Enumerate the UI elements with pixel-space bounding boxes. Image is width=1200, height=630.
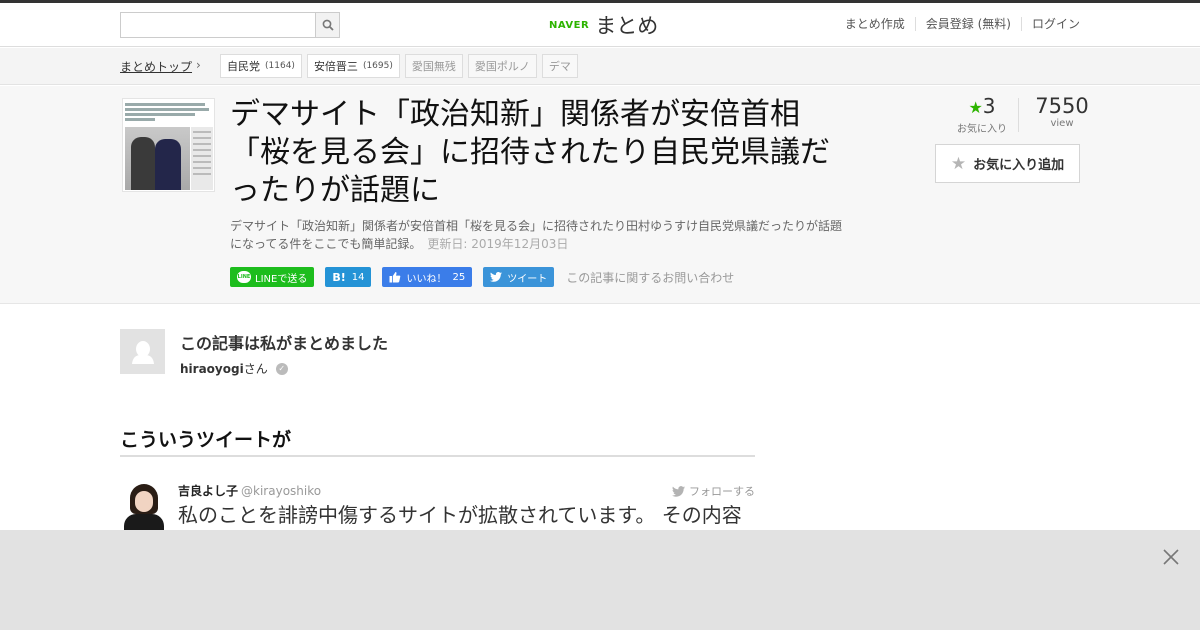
- tag-list: 自民党 (1164) 安倍晋三 (1695) 愛国無残 愛国ポルノ デマ: [220, 54, 583, 78]
- tag-dema[interactable]: デマ: [541, 54, 578, 78]
- tag-count: (1695): [362, 61, 393, 71]
- tag-label: 自民党: [227, 60, 260, 73]
- article-title: デマサイト「政治知新」関係者が安倍首相「桜を見る会」に招待されたり自民党県議だっ…: [230, 97, 830, 208]
- views-count: 7550: [1035, 94, 1089, 118]
- star-outline-icon: ★: [950, 153, 967, 174]
- article-header: デマサイト「政治知新」関係者が安倍首相「桜を見る会」に招待されたり自民党県議だっ…: [0, 86, 1200, 304]
- tweet-author-name[interactable]: 吉良よし子: [178, 484, 238, 498]
- article-stats: ★3 お気に入り 7550 view: [946, 94, 1095, 135]
- like-count: 25: [452, 271, 466, 283]
- article-description: デマサイト「政治知新」関係者が安倍首相「桜を見る会」に招待されたり田村ゆうすけ自…: [230, 217, 850, 253]
- tag-label: 安倍晋三: [313, 60, 358, 73]
- logo-brand: NAVER: [549, 19, 590, 31]
- views-label: view: [1050, 118, 1074, 129]
- author-name-line: hiraoyogi さん ✓: [180, 360, 288, 377]
- contact-link[interactable]: この記事に関するお問い合わせ: [566, 269, 734, 286]
- tweet-author-handle[interactable]: @kirayoshiko: [241, 484, 321, 498]
- section-heading: こういうツイートが: [120, 425, 755, 457]
- facebook-like-button[interactable]: いいね！ 25: [382, 267, 473, 287]
- tag-abe-shinzo[interactable]: 安倍晋三 (1695): [306, 54, 400, 78]
- author-suffix: さん: [243, 362, 268, 376]
- thumbnail-person-right: [155, 139, 181, 190]
- tweet-label: ツイート: [507, 273, 548, 285]
- follow-button[interactable]: フォローする: [672, 483, 755, 499]
- hatena-count: 14: [351, 271, 365, 283]
- site-header: NAVER まとめ まとめ作成 会員登録 (無料) ログイン: [0, 3, 1200, 47]
- tweet-text: 私のことを誹謗中傷するサイトが拡散されています。 その内容: [178, 503, 742, 527]
- logo-name: まとめ: [595, 14, 659, 38]
- star-icon: ★: [968, 98, 983, 117]
- favorites-count: 3: [982, 94, 996, 118]
- tag-label: デマ: [548, 60, 571, 73]
- nav-login[interactable]: ログイン: [1020, 17, 1080, 31]
- add-favorite-label: お気に入り追加: [973, 158, 1065, 173]
- close-icon: [1163, 549, 1179, 565]
- tag-aikoku-porno[interactable]: 愛国ポルノ: [467, 54, 537, 78]
- nav-create-matome[interactable]: まとめ作成: [835, 17, 915, 31]
- updated-date: 更新日: 2019年12月03日: [427, 237, 569, 251]
- twitter-bird-icon: [672, 485, 685, 497]
- tweet-user: 吉良よし子 @kirayoshiko: [178, 482, 321, 499]
- close-overlay-button[interactable]: [1160, 546, 1182, 568]
- thumbnail-photo: [125, 127, 190, 190]
- line-share-label: LINEで送る: [255, 273, 308, 285]
- line-share-button[interactable]: LINE LINEで送る: [230, 267, 315, 287]
- nav-register[interactable]: 会員登録 (無料): [914, 17, 1021, 31]
- search-icon: [322, 19, 334, 31]
- chevron-right-icon: ›: [196, 58, 201, 72]
- search-input[interactable]: [120, 12, 316, 38]
- tweet-button[interactable]: ツイート: [483, 267, 555, 287]
- author-name[interactable]: hiraoyogi: [180, 362, 244, 376]
- tag-label: 愛国無残: [411, 60, 456, 73]
- bottom-ad-overlay: [0, 530, 1200, 630]
- hatena-icon: B!: [332, 270, 346, 284]
- tag-label: 愛国ポルノ: [474, 60, 530, 73]
- search-button[interactable]: [315, 12, 340, 38]
- like-label: いいね！: [406, 273, 447, 285]
- naver-matome-logo[interactable]: NAVER まとめ: [549, 11, 658, 39]
- follow-label: フォローする: [689, 485, 755, 498]
- thumbnail-person-left: [131, 137, 155, 190]
- tag-aikoku-muzan[interactable]: 愛国無残: [404, 54, 463, 78]
- author-avatar[interactable]: [120, 329, 165, 374]
- default-user-icon: [131, 340, 154, 364]
- thumbnail-text-strip: [125, 101, 213, 127]
- verified-check-icon: ✓: [275, 362, 288, 375]
- author-heading: この記事は私がまとめました: [180, 334, 389, 353]
- avatar-face: [135, 491, 153, 512]
- breadcrumb: まとめトップ › 自民党 (1164) 安倍晋三 (1695) 愛国無残 愛国ポルノ…: [0, 48, 1200, 85]
- views-stat: 7550 view: [1019, 94, 1095, 135]
- tag-count: (1164): [265, 61, 295, 71]
- tweet-author-avatar[interactable]: [120, 482, 168, 534]
- thumbs-up-icon: [389, 272, 401, 283]
- add-favorite-button[interactable]: ★ お気に入り追加: [935, 144, 1080, 183]
- favorites-stat: ★3 お気に入り: [946, 94, 1018, 135]
- tag-jiminto[interactable]: 自民党 (1164): [220, 54, 302, 78]
- article-thumbnail[interactable]: [122, 98, 215, 192]
- line-icon: LINE: [237, 271, 251, 283]
- thumbnail-side-panel: [191, 127, 213, 190]
- favorites-label: お気に入り: [957, 124, 1007, 135]
- breadcrumb-top-link[interactable]: まとめトップ: [120, 58, 192, 75]
- hatena-bookmark-button[interactable]: B! 14: [325, 267, 372, 287]
- twitter-bird-icon: [490, 272, 503, 282]
- share-bar: LINE LINEで送る B! 14 いいね！ 25 ツイート この記事に関する…: [230, 267, 734, 287]
- header-nav: まとめ作成 会員登録 (無料) ログイン: [835, 17, 1080, 31]
